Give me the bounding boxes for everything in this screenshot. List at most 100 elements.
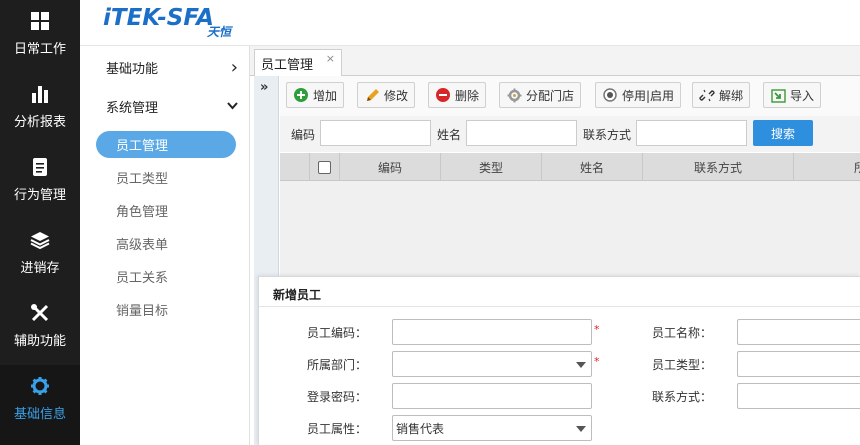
employee-attribute-label: 员工属性： — [307, 422, 368, 436]
delete-button-label: 删除 — [455, 88, 480, 103]
employee-type-label: 员工类型： — [652, 358, 713, 372]
nav-item-advanced-form[interactable]: 高级表单 — [96, 230, 236, 257]
column-header-name[interactable]: 姓名 — [542, 153, 643, 181]
main-rail: 日常工作 分析报表 行为管理 进销存 辅助功能 基础信息 — [0, 0, 80, 445]
gear-icon — [29, 375, 51, 397]
delete-button[interactable]: 删除 — [428, 82, 487, 108]
add-employee-dialog: 新增员工 员工编码： * 员工名称： 所属部门： * 员工类型： 登录密码： 联… — [258, 276, 860, 445]
employee-attribute-select[interactable]: 销售代表 — [392, 415, 592, 441]
import-button[interactable]: 导入 — [763, 82, 822, 108]
rail-label: 基础信息 — [13, 407, 66, 422]
search-row: 编码 姓名 联系方式 搜索 — [280, 116, 860, 152]
row-number-header — [280, 153, 310, 181]
nav-item-employee-management[interactable]: 员工管理 — [96, 131, 236, 158]
unbind-button[interactable]: 解绑 — [692, 82, 751, 108]
password-input[interactable] — [392, 383, 592, 409]
unbind-button-label: 解绑 — [719, 88, 744, 103]
import-icon — [770, 87, 786, 103]
rail-item-analysis-reports[interactable]: 分析报表 — [0, 73, 80, 146]
search-button[interactable]: 搜索 — [753, 120, 813, 146]
contact-search-input[interactable] — [636, 120, 747, 146]
minus-circle-icon — [435, 87, 451, 103]
name-label: 姓名 — [437, 128, 462, 142]
close-icon[interactable]: × — [326, 52, 335, 65]
password-label: 登录密码： — [307, 390, 368, 404]
rail-item-auxiliary[interactable]: 辅助功能 — [0, 292, 80, 365]
toggle-status-button[interactable]: 停用|启用 — [595, 82, 682, 108]
tab-employee-management[interactable]: 员工管理 × — [254, 49, 342, 76]
nav-group-system-management[interactable]: 系统管理 — [80, 88, 250, 124]
chevron-right-icon: › — [230, 56, 238, 78]
chevron-down-icon — [576, 362, 586, 368]
column-header-type[interactable]: 类型 — [441, 153, 542, 181]
expand-icon[interactable]: » — [260, 80, 268, 95]
select-all-checkbox[interactable] — [318, 160, 331, 174]
add-button[interactable]: 增加 — [286, 82, 345, 108]
toolbar: 增加 修改 删除 分配门店 停用|启用 解绑 导入 — [280, 76, 860, 116]
nav-item-employee-relations[interactable]: 员工关系 — [96, 263, 236, 290]
rail-item-inventory[interactable]: 进销存 — [0, 219, 80, 292]
required-mark: * — [594, 355, 600, 368]
rail-item-basic-info[interactable]: 基础信息 — [0, 365, 80, 445]
table-header: 编码 类型 姓名 联系方式 所 — [280, 153, 860, 181]
nav-item-role-management[interactable]: 角色管理 — [96, 197, 236, 224]
column-header-contact[interactable]: 联系方式 — [643, 153, 794, 181]
assign-store-button[interactable]: 分配门店 — [499, 82, 582, 108]
header-logo-area: iTEK-SFA 天恒 — [80, 0, 860, 46]
cog-icon — [506, 87, 522, 103]
code-search-input[interactable] — [320, 120, 431, 146]
nav-item-employee-type[interactable]: 员工类型 — [96, 164, 236, 191]
code-label: 编码 — [291, 128, 316, 142]
rail-label: 日常工作 — [13, 42, 66, 57]
employee-code-label: 员工编码： — [307, 326, 368, 340]
required-mark: * — [594, 323, 600, 336]
employee-type-select[interactable] — [737, 351, 860, 377]
name-search-input[interactable] — [466, 120, 577, 146]
assign-store-button-label: 分配门店 — [526, 88, 575, 103]
grid-icon — [29, 10, 51, 32]
dialog-title: 新增员工 — [273, 288, 322, 302]
dialog-title-bar: 新增员工 — [259, 277, 860, 307]
nav-group-basic-functions[interactable]: 基础功能 › — [80, 49, 250, 85]
nav-group-label: 系统管理 — [106, 100, 159, 116]
select-all-header — [310, 153, 340, 181]
contact-label: 联系方式 — [583, 128, 632, 142]
toggle-status-button-label: 停用|启用 — [622, 88, 675, 103]
edit-button[interactable]: 修改 — [357, 82, 416, 108]
tab-bar: 员工管理 × — [250, 46, 860, 76]
plus-circle-icon — [293, 87, 309, 103]
employee-name-input[interactable] — [737, 319, 860, 345]
tab-label: 员工管理 — [261, 57, 314, 73]
employee-code-input[interactable] — [392, 319, 592, 345]
brand-logo: iTEK-SFA — [103, 5, 214, 31]
rail-label: 进销存 — [20, 261, 60, 276]
unlink-icon — [699, 87, 715, 103]
bar-chart-icon — [29, 83, 51, 105]
edit-button-label: 修改 — [384, 88, 409, 103]
contact-input[interactable] — [737, 383, 860, 409]
department-select[interactable] — [392, 351, 592, 377]
document-icon — [29, 156, 51, 178]
employee-attribute-value: 销售代表 — [396, 421, 445, 436]
radio-icon — [602, 87, 618, 103]
chevron-down-icon — [227, 99, 238, 114]
column-header-dept[interactable]: 所 — [794, 153, 860, 181]
layers-icon — [29, 229, 51, 251]
brand-logo-sub: 天恒 — [207, 25, 232, 39]
contact-label: 联系方式： — [652, 390, 713, 404]
pencil-icon — [364, 87, 380, 103]
nav-group-label: 基础功能 — [106, 61, 159, 77]
rail-item-behavior-management[interactable]: 行为管理 — [0, 146, 80, 219]
tools-icon — [29, 302, 51, 324]
rail-label: 分析报表 — [13, 115, 66, 130]
rail-label: 辅助功能 — [13, 334, 66, 349]
rail-label: 行为管理 — [13, 188, 66, 203]
department-label: 所属部门： — [307, 358, 368, 372]
employee-name-label: 员工名称： — [652, 326, 713, 340]
column-header-code[interactable]: 编码 — [340, 153, 441, 181]
add-button-label: 增加 — [313, 88, 338, 103]
nav-item-sales-target[interactable]: 销量目标 — [96, 296, 236, 323]
import-button-label: 导入 — [790, 88, 815, 103]
rail-item-daily-work[interactable]: 日常工作 — [0, 0, 80, 73]
secondary-nav: 基础功能 › 系统管理 员工管理 员工类型 角色管理 高级表单 员工关系 销量目… — [80, 46, 250, 445]
